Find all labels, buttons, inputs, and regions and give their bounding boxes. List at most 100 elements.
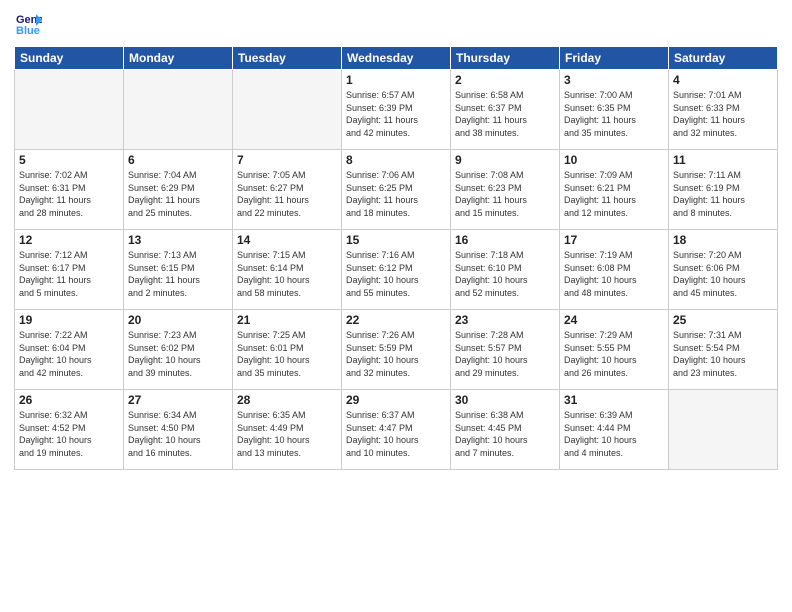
calendar-day-cell: 9 Sunrise: 7:08 AM Sunset: 6:23 PM Daylig…	[451, 150, 560, 230]
day-info: Sunrise: 6:35 AM Sunset: 4:49 PM Dayligh…	[237, 409, 337, 459]
day-info: Sunrise: 7:18 AM Sunset: 6:10 PM Dayligh…	[455, 249, 555, 299]
calendar-week-row: 1 Sunrise: 6:57 AM Sunset: 6:39 PM Daylig…	[15, 70, 778, 150]
day-info: Sunrise: 7:13 AM Sunset: 6:15 PM Dayligh…	[128, 249, 228, 299]
day-info: Sunrise: 7:23 AM Sunset: 6:02 PM Dayligh…	[128, 329, 228, 379]
calendar-day-cell: 3 Sunrise: 7:00 AM Sunset: 6:35 PM Daylig…	[560, 70, 669, 150]
calendar-day-cell: 28Sunrise: 6:35 AM Sunset: 4:49 PM Dayli…	[233, 390, 342, 470]
weekday-header: Tuesday	[233, 47, 342, 70]
day-info: Sunrise: 7:29 AM Sunset: 5:55 PM Dayligh…	[564, 329, 664, 379]
calendar-day-cell: 29 Sunrise: 6:37 AM Sunset: 4:47 PM Dayli…	[342, 390, 451, 470]
day-number: 1	[346, 73, 446, 87]
day-number: 22	[346, 313, 446, 327]
calendar-week-row: 26Sunrise: 6:32 AM Sunset: 4:52 PM Dayli…	[15, 390, 778, 470]
day-info: Sunrise: 6:57 AM Sunset: 6:39 PM Dayligh…	[346, 89, 446, 139]
calendar-day-cell: 17Sunrise: 7:19 AM Sunset: 6:08 PM Dayli…	[560, 230, 669, 310]
calendar-day-cell: 20 Sunrise: 7:23 AM Sunset: 6:02 PM Dayli…	[124, 310, 233, 390]
calendar-day-cell: 5 Sunrise: 7:02 AM Sunset: 6:31 PM Daylig…	[15, 150, 124, 230]
day-number: 7	[237, 153, 337, 167]
day-number: 29	[346, 393, 446, 407]
day-number: 3	[564, 73, 664, 87]
day-info: Sunrise: 7:06 AM Sunset: 6:25 PM Dayligh…	[346, 169, 446, 219]
day-info: Sunrise: 6:37 AM Sunset: 4:47 PM Dayligh…	[346, 409, 446, 459]
calendar-day-cell: 13Sunrise: 7:13 AM Sunset: 6:15 PM Dayli…	[124, 230, 233, 310]
day-number: 18	[673, 233, 773, 247]
day-number: 27	[128, 393, 228, 407]
day-number: 12	[19, 233, 119, 247]
day-number: 25	[673, 313, 773, 327]
day-info: Sunrise: 7:09 AM Sunset: 6:21 PM Dayligh…	[564, 169, 664, 219]
calendar-day-cell	[233, 70, 342, 150]
day-info: Sunrise: 7:01 AM Sunset: 6:33 PM Dayligh…	[673, 89, 773, 139]
day-number: 23	[455, 313, 555, 327]
day-info: Sunrise: 6:58 AM Sunset: 6:37 PM Dayligh…	[455, 89, 555, 139]
day-number: 15	[346, 233, 446, 247]
header: General Blue	[14, 10, 778, 38]
day-number: 10	[564, 153, 664, 167]
calendar-day-cell: 24 Sunrise: 7:29 AM Sunset: 5:55 PM Dayli…	[560, 310, 669, 390]
calendar-day-cell: 4 Sunrise: 7:01 AM Sunset: 6:33 PM Daylig…	[669, 70, 778, 150]
day-info: Sunrise: 6:32 AM Sunset: 4:52 PM Dayligh…	[19, 409, 119, 459]
day-number: 9	[455, 153, 555, 167]
weekday-header: Monday	[124, 47, 233, 70]
calendar-week-row: 5 Sunrise: 7:02 AM Sunset: 6:31 PM Daylig…	[15, 150, 778, 230]
calendar-day-cell: 30Sunrise: 6:38 AM Sunset: 4:45 PM Dayli…	[451, 390, 560, 470]
weekday-header: Saturday	[669, 47, 778, 70]
calendar-table: SundayMondayTuesdayWednesdayThursdayFrid…	[14, 46, 778, 470]
day-number: 20	[128, 313, 228, 327]
calendar-day-cell: 15 Sunrise: 7:16 AM Sunset: 6:12 PM Dayli…	[342, 230, 451, 310]
calendar-day-cell: 1 Sunrise: 6:57 AM Sunset: 6:39 PM Daylig…	[342, 70, 451, 150]
day-info: Sunrise: 7:22 AM Sunset: 6:04 PM Dayligh…	[19, 329, 119, 379]
calendar-day-cell: 19Sunrise: 7:22 AM Sunset: 6:04 PM Dayli…	[15, 310, 124, 390]
calendar-day-cell: 14 Sunrise: 7:15 AM Sunset: 6:14 PM Dayli…	[233, 230, 342, 310]
calendar-day-cell: 23 Sunrise: 7:28 AM Sunset: 5:57 PM Dayli…	[451, 310, 560, 390]
calendar-day-cell: 16 Sunrise: 7:18 AM Sunset: 6:10 PM Dayli…	[451, 230, 560, 310]
day-info: Sunrise: 7:12 AM Sunset: 6:17 PM Dayligh…	[19, 249, 119, 299]
calendar-day-cell: 31 Sunrise: 6:39 AM Sunset: 4:44 PM Dayli…	[560, 390, 669, 470]
day-info: Sunrise: 7:15 AM Sunset: 6:14 PM Dayligh…	[237, 249, 337, 299]
day-number: 14	[237, 233, 337, 247]
calendar-week-row: 19Sunrise: 7:22 AM Sunset: 6:04 PM Dayli…	[15, 310, 778, 390]
calendar-day-cell: 25Sunrise: 7:31 AM Sunset: 5:54 PM Dayli…	[669, 310, 778, 390]
calendar-day-cell: 6 Sunrise: 7:04 AM Sunset: 6:29 PM Daylig…	[124, 150, 233, 230]
day-number: 17	[564, 233, 664, 247]
day-number: 21	[237, 313, 337, 327]
day-info: Sunrise: 7:16 AM Sunset: 6:12 PM Dayligh…	[346, 249, 446, 299]
calendar-day-cell: 22 Sunrise: 7:26 AM Sunset: 5:59 PM Dayli…	[342, 310, 451, 390]
day-info: Sunrise: 7:04 AM Sunset: 6:29 PM Dayligh…	[128, 169, 228, 219]
day-info: Sunrise: 6:38 AM Sunset: 4:45 PM Dayligh…	[455, 409, 555, 459]
calendar-day-cell: 12 Sunrise: 7:12 AM Sunset: 6:17 PM Dayli…	[15, 230, 124, 310]
calendar-header-row: SundayMondayTuesdayWednesdayThursdayFrid…	[15, 47, 778, 70]
calendar-day-cell: 26Sunrise: 6:32 AM Sunset: 4:52 PM Dayli…	[15, 390, 124, 470]
calendar-day-cell: 2Sunrise: 6:58 AM Sunset: 6:37 PM Daylig…	[451, 70, 560, 150]
day-info: Sunrise: 7:11 AM Sunset: 6:19 PM Dayligh…	[673, 169, 773, 219]
day-info: Sunrise: 6:34 AM Sunset: 4:50 PM Dayligh…	[128, 409, 228, 459]
day-info: Sunrise: 6:39 AM Sunset: 4:44 PM Dayligh…	[564, 409, 664, 459]
calendar-day-cell	[669, 390, 778, 470]
calendar-week-row: 12 Sunrise: 7:12 AM Sunset: 6:17 PM Dayli…	[15, 230, 778, 310]
day-info: Sunrise: 7:05 AM Sunset: 6:27 PM Dayligh…	[237, 169, 337, 219]
day-info: Sunrise: 7:28 AM Sunset: 5:57 PM Dayligh…	[455, 329, 555, 379]
svg-text:Blue: Blue	[16, 25, 40, 37]
calendar-day-cell: 8 Sunrise: 7:06 AM Sunset: 6:25 PM Daylig…	[342, 150, 451, 230]
day-number: 16	[455, 233, 555, 247]
day-number: 24	[564, 313, 664, 327]
calendar-day-cell: 27 Sunrise: 6:34 AM Sunset: 4:50 PM Dayli…	[124, 390, 233, 470]
day-info: Sunrise: 7:26 AM Sunset: 5:59 PM Dayligh…	[346, 329, 446, 379]
weekday-header: Wednesday	[342, 47, 451, 70]
logo: General Blue	[14, 10, 44, 38]
day-info: Sunrise: 7:20 AM Sunset: 6:06 PM Dayligh…	[673, 249, 773, 299]
day-number: 4	[673, 73, 773, 87]
calendar-day-cell: 7 Sunrise: 7:05 AM Sunset: 6:27 PM Daylig…	[233, 150, 342, 230]
day-number: 8	[346, 153, 446, 167]
calendar-day-cell: 21 Sunrise: 7:25 AM Sunset: 6:01 PM Dayli…	[233, 310, 342, 390]
day-info: Sunrise: 7:00 AM Sunset: 6:35 PM Dayligh…	[564, 89, 664, 139]
day-info: Sunrise: 7:02 AM Sunset: 6:31 PM Dayligh…	[19, 169, 119, 219]
day-number: 5	[19, 153, 119, 167]
weekday-header: Sunday	[15, 47, 124, 70]
day-number: 6	[128, 153, 228, 167]
day-info: Sunrise: 7:25 AM Sunset: 6:01 PM Dayligh…	[237, 329, 337, 379]
day-info: Sunrise: 7:08 AM Sunset: 6:23 PM Dayligh…	[455, 169, 555, 219]
day-number: 31	[564, 393, 664, 407]
calendar-day-cell	[124, 70, 233, 150]
logo-icon: General Blue	[14, 10, 42, 38]
